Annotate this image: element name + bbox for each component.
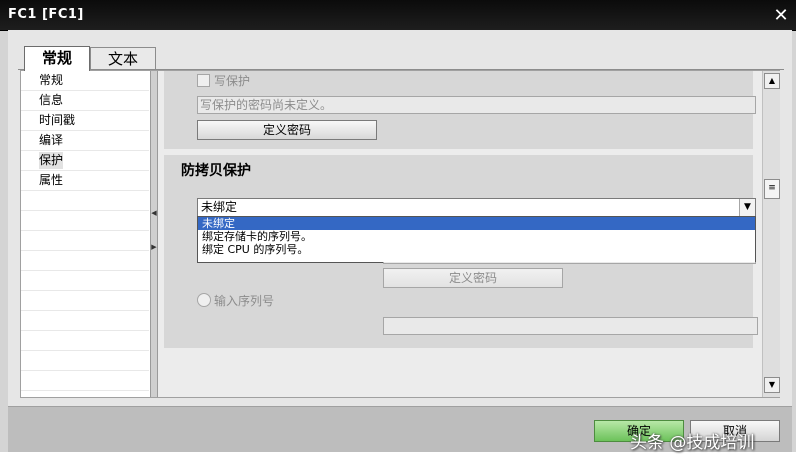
copy-protection-title: 防拷贝保护: [181, 163, 251, 179]
nav-row-empty: [21, 231, 149, 251]
tab-general[interactable]: 常规: [24, 46, 90, 71]
nav-row: 保护: [21, 151, 149, 171]
write-protection-section: 写保护 写保护的密码尚未定义。 定义密码: [164, 71, 756, 149]
nav-row-empty: [21, 331, 149, 351]
sidebar-item-timestamp[interactable]: 时间戳: [39, 112, 75, 129]
nav-row-empty: [21, 371, 149, 391]
nav-row: 时间戳: [21, 111, 149, 131]
scroll-thumb[interactable]: ≡: [764, 179, 780, 199]
nav-row: 属性: [21, 171, 149, 191]
copy-protection-section: 防拷贝保护 未绑定 ▼ 未绑定 绑定存储卡的序列号。 绑定 CPU 的序列号。 …: [164, 155, 758, 348]
close-icon[interactable]: ✕: [770, 6, 792, 26]
nav-row-empty: [21, 211, 149, 231]
properties-panel: 写保护 写保护的密码尚未定义。 定义密码 防拷贝保护 未绑定 ▼ 未绑定 绑定存…: [158, 71, 762, 397]
sidebar-nav: 常规 信息 时间戳 编译 保护 属性: [21, 71, 149, 397]
serial-number-radio[interactable]: [197, 293, 211, 307]
nav-row-empty: [21, 191, 149, 211]
dialog-body: 常规 文本 常规 信息 时间戳 编译 保护 属性 ◀ ▶ 写保护 写保护的密码尚…: [8, 30, 792, 406]
serial-number-input[interactable]: [383, 317, 758, 335]
binding-option-unbound[interactable]: 未绑定: [198, 217, 755, 230]
hidden-field-edge: [383, 262, 756, 264]
scroll-up-icon[interactable]: ▲: [764, 73, 780, 89]
sidebar-item-protection[interactable]: 保护: [39, 152, 64, 169]
sidebar-item-information[interactable]: 信息: [39, 92, 63, 109]
write-password-status-field: 写保护的密码尚未定义。: [197, 96, 756, 114]
sidebar-item-compile[interactable]: 编译: [39, 132, 63, 149]
binding-select[interactable]: 未绑定 ▼: [197, 198, 756, 217]
define-copy-password-button[interactable]: 定义密码: [383, 268, 563, 288]
chevron-down-icon[interactable]: ▼: [739, 199, 755, 216]
binding-select-value: 未绑定: [201, 200, 238, 214]
watermark-text: 头条 @技成培训: [630, 433, 755, 453]
tab-text[interactable]: 文本: [90, 47, 156, 70]
content-area: 常规 信息 时间戳 编译 保护 属性 ◀ ▶ 写保护 写保护的密码尚未定义。 定…: [20, 70, 780, 398]
sidebar-item-general[interactable]: 常规: [39, 72, 63, 89]
binding-option-cpu[interactable]: 绑定 CPU 的序列号。: [198, 243, 755, 256]
panel-splitter[interactable]: ◀ ▶: [150, 71, 158, 397]
collapse-left-icon[interactable]: ◀: [151, 209, 157, 217]
define-write-password-button[interactable]: 定义密码: [197, 120, 377, 140]
nav-row: 信息: [21, 91, 149, 111]
expand-right-icon[interactable]: ▶: [151, 243, 157, 251]
binding-option-memory-card[interactable]: 绑定存储卡的序列号。: [198, 230, 755, 243]
title-bar: FC1 [FC1] ✕: [0, 0, 796, 31]
nav-row-empty: [21, 291, 149, 311]
vertical-scrollbar[interactable]: ▲ ≡ ▼: [762, 71, 780, 397]
window-title: FC1 [FC1]: [8, 7, 84, 22]
nav-row-empty: [21, 271, 149, 291]
binding-dropdown-list: 未绑定 绑定存储卡的序列号。 绑定 CPU 的序列号。: [197, 216, 756, 263]
properties-dialog: FC1 [FC1] ✕ 常规 文本 常规 信息 时间戳 编译 保护 属性 ◀ ▶…: [0, 0, 796, 463]
scroll-down-icon[interactable]: ▼: [764, 377, 780, 393]
nav-row: 编译: [21, 131, 149, 151]
window-bottom-edge: [0, 452, 796, 463]
nav-row-empty: [21, 351, 149, 371]
serial-number-label: 输入序列号: [214, 294, 275, 308]
nav-row: 常规: [21, 71, 149, 91]
nav-row-empty: [21, 251, 149, 271]
nav-row-empty: [21, 311, 149, 331]
sidebar-item-attributes[interactable]: 属性: [39, 172, 63, 189]
write-protect-label: 写保护: [214, 74, 251, 88]
write-protect-checkbox[interactable]: [197, 74, 210, 87]
